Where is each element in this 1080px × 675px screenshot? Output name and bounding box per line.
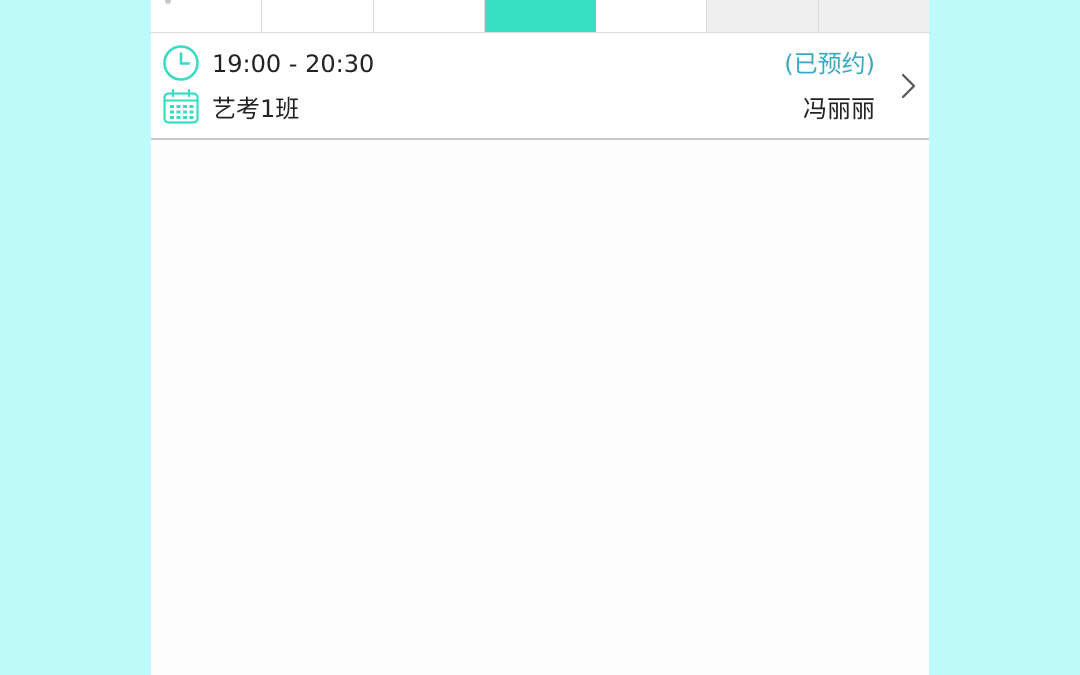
day-cell-disabled xyxy=(818,0,929,32)
day-cell[interactable] xyxy=(262,0,374,32)
class-time: 19:00 - 20:30 xyxy=(212,50,375,78)
class-name: 艺考1班 xyxy=(212,95,300,123)
day-cell-selected[interactable] xyxy=(484,0,597,32)
day-cell[interactable] xyxy=(151,0,263,32)
day-selector-strip xyxy=(151,0,929,33)
teacher-name: 冯丽丽 xyxy=(803,95,875,123)
day-cell-disabled xyxy=(707,0,819,32)
booking-status-badge: (已预约) xyxy=(784,50,875,78)
day-cell[interactable] xyxy=(373,0,485,32)
day-cell[interactable] xyxy=(596,0,708,32)
chevron-right-icon[interactable] xyxy=(900,72,918,100)
class-list-item[interactable]: 19:00 - 20:30 艺考1班 (已预约) 冯丽丽 xyxy=(151,33,929,140)
phone-screen: 19:00 - 20:30 艺考1班 (已预约) 冯丽丽 xyxy=(151,0,929,675)
day-label-fragment xyxy=(165,0,171,4)
clock-icon xyxy=(163,45,199,81)
calendar-icon xyxy=(163,88,199,124)
